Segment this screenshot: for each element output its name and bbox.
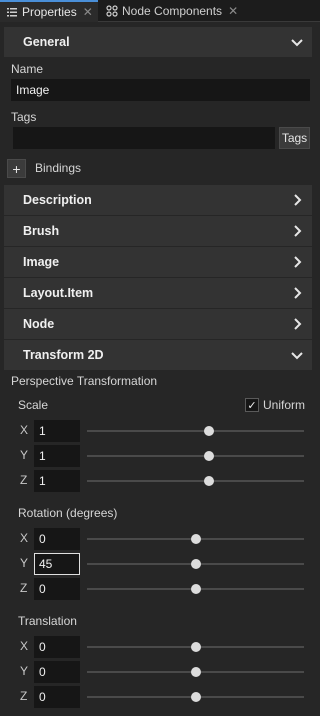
- section-brush-label: Brush: [23, 224, 60, 238]
- chevron-right-icon: [294, 225, 302, 237]
- scale-x-axis: X: [20, 423, 29, 437]
- scale-x-field[interactable]: 1: [34, 420, 80, 442]
- scale-y-field[interactable]: 1: [34, 445, 80, 467]
- rotation-z-axis: Z: [20, 581, 28, 595]
- section-description-label: Description: [23, 193, 92, 207]
- section-brush[interactable]: Brush: [4, 216, 312, 246]
- tab-properties-label: Properties: [22, 5, 77, 19]
- close-icon[interactable]: ✕: [228, 4, 238, 18]
- scale-x-slider[interactable]: [87, 430, 304, 432]
- section-layout-item-label: Layout.Item: [23, 286, 94, 300]
- list-icon: [7, 8, 17, 17]
- scale-label: Scale: [18, 398, 49, 412]
- section-general-label: General: [23, 35, 70, 49]
- scale-y-axis: Y: [20, 448, 29, 462]
- components-icon: [106, 5, 118, 17]
- chevron-right-icon: [294, 318, 302, 330]
- section-node[interactable]: Node: [4, 309, 312, 339]
- section-transform-2d[interactable]: Transform 2D: [4, 340, 312, 370]
- tab-properties[interactable]: Properties ✕: [0, 0, 98, 22]
- tab-bar: Properties ✕ Node Components ✕: [0, 0, 320, 22]
- chevron-right-icon: [294, 194, 302, 206]
- translation-y-field[interactable]: 0: [34, 661, 80, 683]
- uniform-label: Uniform: [263, 398, 306, 412]
- close-icon[interactable]: ✕: [83, 5, 93, 19]
- chevron-down-icon: [291, 352, 303, 360]
- section-layout-item[interactable]: Layout.Item: [4, 278, 312, 308]
- rotation-y-field[interactable]: 45: [34, 553, 80, 575]
- rotation-x-axis: X: [20, 531, 29, 545]
- section-image[interactable]: Image: [4, 247, 312, 277]
- rotation-x-field[interactable]: 0: [34, 528, 80, 550]
- rotation-label: Rotation (degrees): [18, 506, 118, 520]
- scale-z-axis: Z: [20, 473, 28, 487]
- scale-z-field[interactable]: 1: [34, 470, 80, 492]
- rotation-z-slider-handle[interactable]: [190, 584, 201, 594]
- uniform-checkbox[interactable]: ✓: [245, 398, 259, 412]
- tab-node-components[interactable]: Node Components ✕: [100, 0, 246, 22]
- scale-y-slider[interactable]: [87, 455, 304, 457]
- translation-y-slider-handle[interactable]: [190, 667, 201, 677]
- rotation-z-field[interactable]: 0: [34, 578, 80, 600]
- translation-x-slider-handle[interactable]: [190, 642, 201, 652]
- properties-panel: General Name Image Tags Tags + Bindings …: [0, 22, 320, 716]
- section-image-label: Image: [23, 255, 60, 269]
- section-node-label: Node: [23, 317, 55, 331]
- name-field[interactable]: Image: [11, 79, 310, 101]
- add-binding-button[interactable]: +: [7, 159, 26, 178]
- chevron-right-icon: [294, 287, 302, 299]
- tags-label: Tags: [11, 110, 37, 124]
- perspective-label: Perspective Transformation: [11, 374, 158, 388]
- rotation-y-axis: Y: [20, 556, 29, 570]
- scale-z-slider-handle[interactable]: [203, 476, 214, 486]
- name-label: Name: [11, 62, 44, 76]
- scale-y-slider-handle[interactable]: [203, 451, 214, 461]
- translation-z-slider-handle[interactable]: [190, 692, 201, 702]
- tab-node-components-label: Node Components: [122, 4, 223, 18]
- translation-label: Translation: [18, 614, 77, 628]
- section-transform-2d-label: Transform 2D: [23, 348, 104, 362]
- bindings-label: Bindings: [35, 161, 82, 175]
- translation-x-field[interactable]: 0: [34, 636, 80, 658]
- section-description[interactable]: Description: [4, 185, 312, 215]
- translation-x-axis: X: [20, 639, 29, 653]
- rotation-y-slider-handle[interactable]: [190, 559, 201, 569]
- check-icon: ✓: [247, 399, 257, 412]
- tags-button[interactable]: Tags: [279, 127, 310, 149]
- section-general[interactable]: General: [4, 27, 312, 57]
- chevron-right-icon: [294, 256, 302, 268]
- translation-z-axis: Z: [20, 689, 28, 703]
- tags-field[interactable]: [13, 127, 275, 149]
- translation-y-axis: Y: [20, 664, 29, 678]
- rotation-x-slider-handle[interactable]: [190, 534, 201, 544]
- chevron-down-icon: [291, 39, 303, 47]
- scale-x-slider-handle[interactable]: [203, 426, 214, 436]
- translation-z-field[interactable]: 0: [34, 686, 80, 708]
- scale-z-slider[interactable]: [87, 480, 304, 482]
